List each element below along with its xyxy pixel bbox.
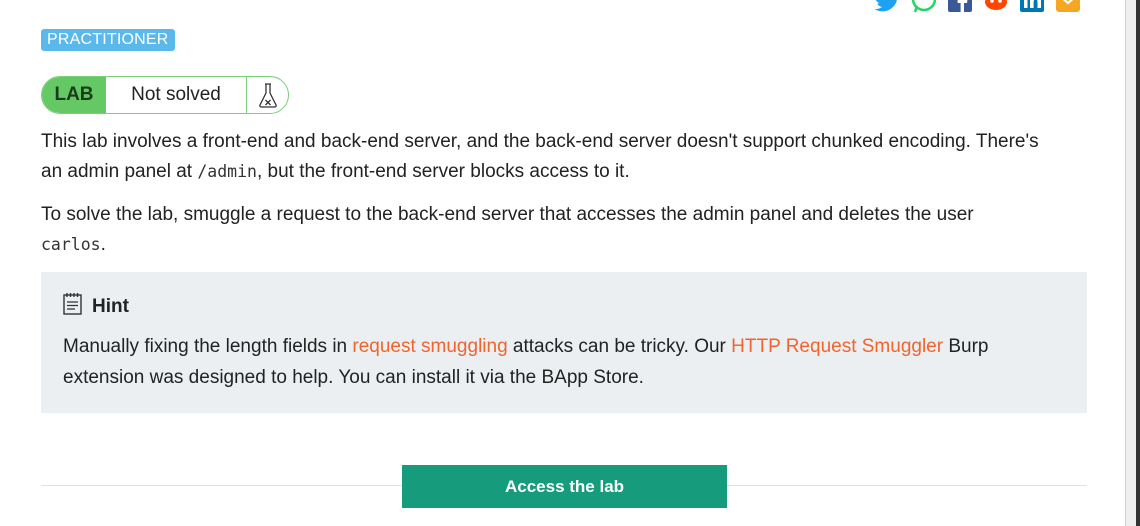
access-lab-button[interactable]: Access the lab: [402, 465, 727, 508]
notepad-icon: [62, 292, 84, 321]
lab-status-text: Not solved: [106, 77, 247, 113]
twitter-icon[interactable]: [874, 0, 902, 14]
hint-header[interactable]: Hint: [62, 292, 129, 321]
desc-1-text-b: , but the front-end server blocks access…: [256, 161, 630, 182]
request-smuggling-link[interactable]: request smuggling: [352, 336, 507, 357]
username-code: carlos: [41, 235, 101, 254]
hint-title: Hint: [92, 295, 129, 317]
facebook-icon[interactable]: [946, 0, 974, 14]
lab-description-1: This lab involves a front-end and back-e…: [41, 127, 1041, 187]
flask-icon: [247, 77, 288, 113]
whatsapp-icon[interactable]: [910, 0, 938, 14]
desc-2-text-a: To solve the lab, smuggle a request to t…: [41, 204, 974, 225]
http-request-smuggler-link[interactable]: HTTP Request Smuggler: [731, 336, 943, 357]
lab-description-2: To solve the lab, smuggle a request to t…: [41, 200, 1041, 260]
level-badge: PRACTITIONER: [41, 29, 175, 51]
hint-text-2: attacks can be tricky. Our: [507, 336, 732, 357]
linkedin-icon[interactable]: [1018, 0, 1046, 14]
hint-box: Hint Manually fixing the length fields i…: [41, 272, 1087, 413]
share-bar: [874, 0, 1082, 14]
admin-path-code: /admin: [197, 162, 257, 181]
hint-body: Manually fixing the length fields in req…: [63, 331, 1063, 393]
hint-text-1: Manually fixing the length fields in: [63, 336, 353, 357]
lab-label: LAB: [42, 77, 106, 113]
reddit-icon[interactable]: [982, 0, 1010, 14]
email-icon[interactable]: [1054, 0, 1082, 14]
lab-status-widget: LAB Not solved: [41, 76, 289, 114]
desc-2-text-b: .: [100, 234, 106, 255]
window-scrollbar[interactable]: [1125, 0, 1140, 526]
window-edge: [1136, 0, 1140, 526]
